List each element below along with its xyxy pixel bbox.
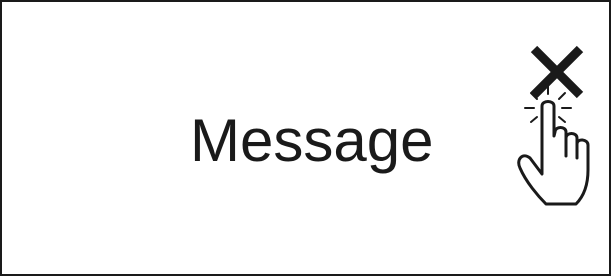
tap-hand-icon (508, 84, 608, 214)
dialog-message: Message (190, 107, 434, 174)
message-dialog: Message (0, 0, 611, 276)
